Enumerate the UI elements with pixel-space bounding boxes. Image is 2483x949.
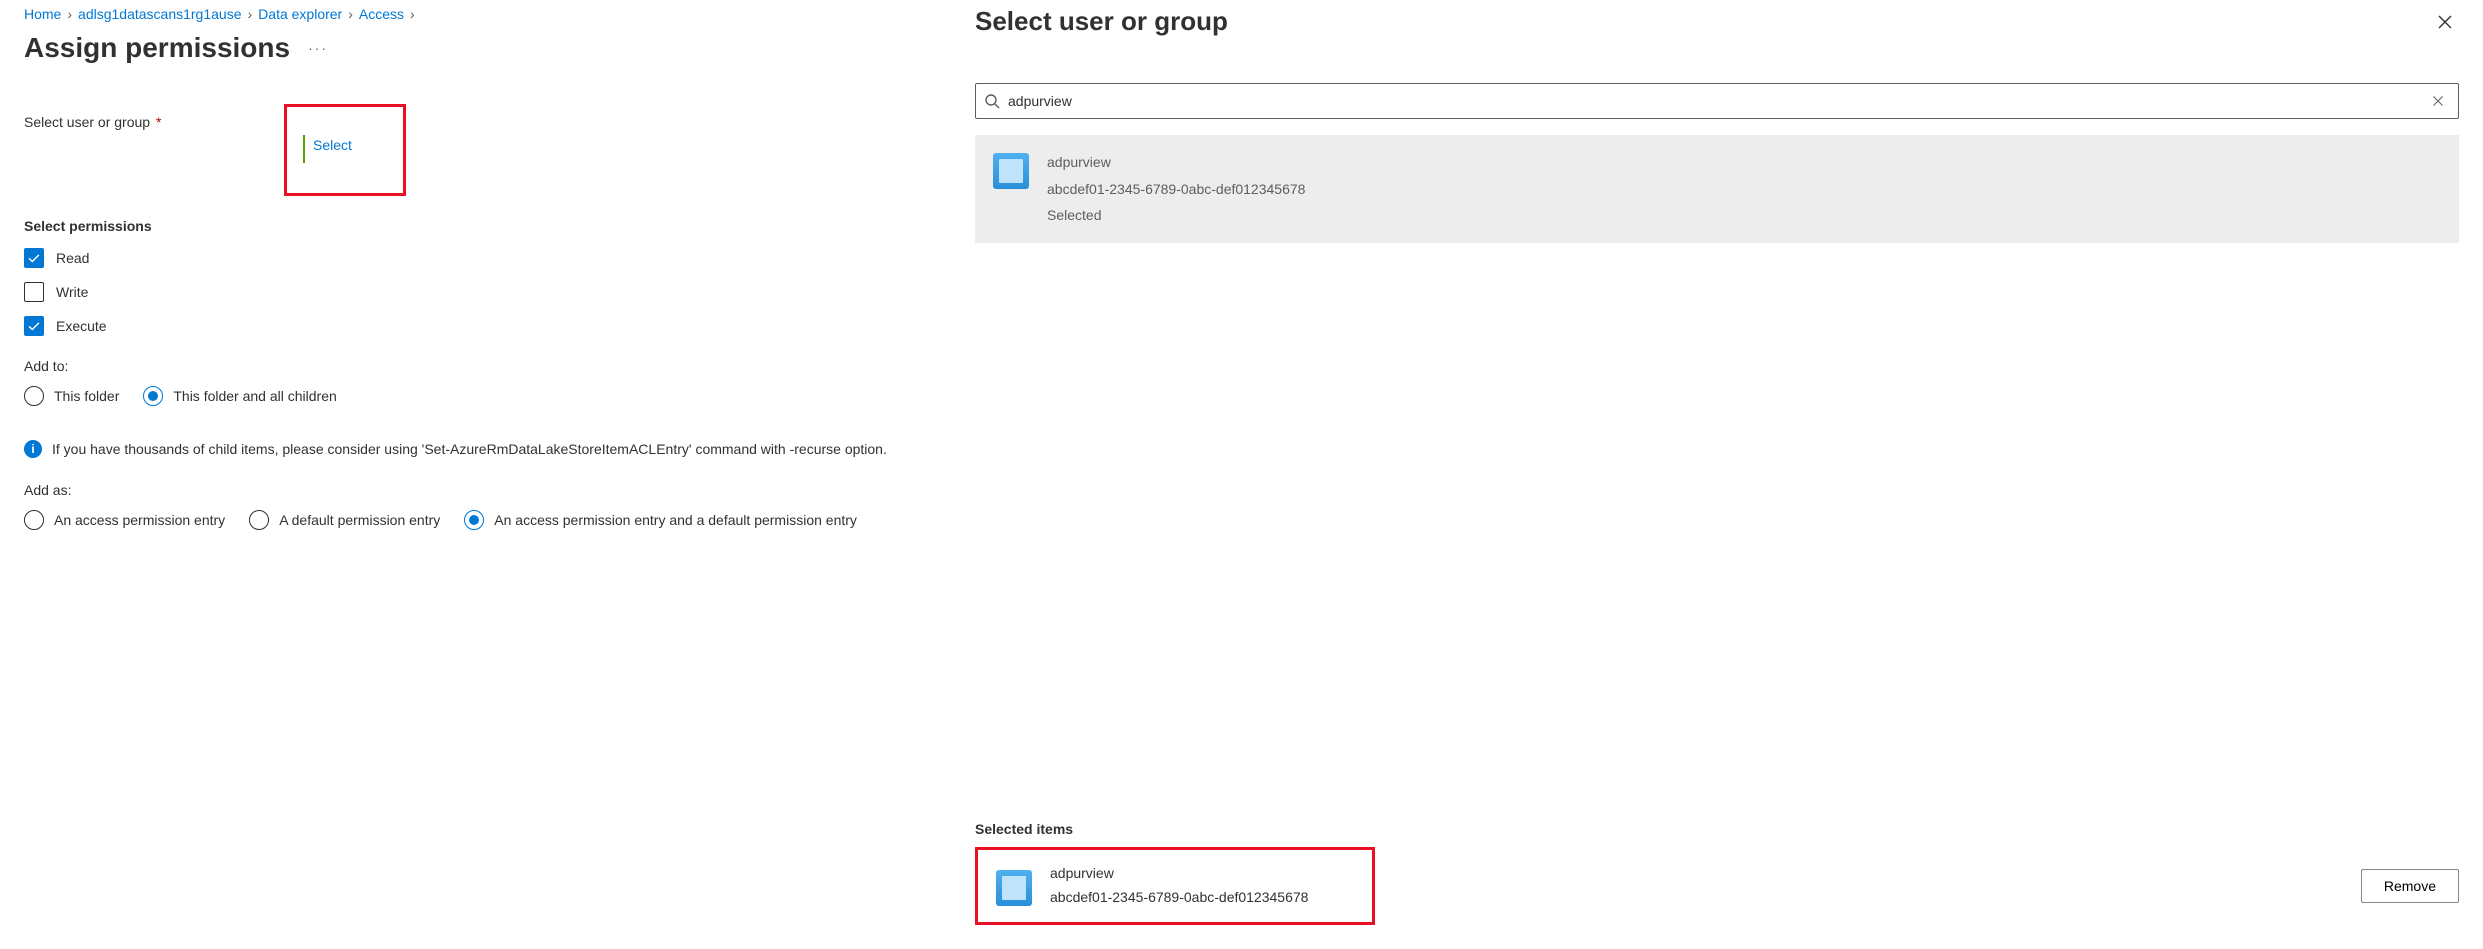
- panel-title: Select user or group: [975, 6, 1228, 37]
- close-icon: [2437, 14, 2453, 30]
- search-field[interactable]: [975, 83, 2459, 119]
- close-icon: [2432, 95, 2444, 107]
- add-to-this-folder-label: This folder: [54, 388, 119, 404]
- breadcrumb-access[interactable]: Access: [359, 6, 404, 22]
- add-as-both-radio[interactable]: An access permission entry and a default…: [464, 510, 857, 530]
- write-checkbox[interactable]: [24, 282, 44, 302]
- add-as-default-radio[interactable]: A default permission entry: [249, 510, 440, 530]
- execute-checkbox[interactable]: [24, 316, 44, 336]
- add-as-label: Add as:: [24, 482, 926, 498]
- add-to-this-folder-radio[interactable]: This folder: [24, 386, 119, 406]
- result-name: adpurview: [1047, 149, 1305, 176]
- chevron-right-icon: ›: [348, 6, 353, 22]
- select-user-highlight: Select: [284, 104, 406, 196]
- add-as-access-radio[interactable]: An access permission entry: [24, 510, 225, 530]
- selected-item-card: adpurview abcdef01-2345-6789-0abc-def012…: [975, 847, 1375, 925]
- add-as-access-label: An access permission entry: [54, 512, 225, 528]
- required-indicator: *: [152, 114, 161, 130]
- clear-search-button[interactable]: [2426, 89, 2450, 113]
- selected-items-heading: Selected items: [975, 821, 2459, 837]
- search-icon: [984, 93, 1000, 109]
- add-as-both-label: An access permission entry and a default…: [494, 512, 857, 528]
- selected-id: abcdef01-2345-6789-0abc-def012345678: [1050, 886, 1308, 910]
- execute-label: Execute: [56, 318, 107, 334]
- read-label: Read: [56, 250, 89, 266]
- select-user-label: Select user or group *: [24, 104, 284, 130]
- breadcrumb-home[interactable]: Home: [24, 6, 61, 22]
- select-user-panel: Select user or group adpurview abcdef01-…: [950, 0, 2483, 949]
- chevron-right-icon: ›: [248, 6, 253, 22]
- chevron-right-icon: ›: [410, 6, 415, 22]
- more-actions-button[interactable]: ···: [308, 40, 328, 56]
- breadcrumb-data-explorer[interactable]: Data explorer: [258, 6, 342, 22]
- page-title: Assign permissions: [24, 32, 290, 64]
- close-panel-button[interactable]: [2431, 8, 2459, 36]
- select-permissions-heading: Select permissions: [24, 218, 926, 234]
- add-to-children-radio[interactable]: This folder and all children: [143, 386, 336, 406]
- app-icon: [993, 153, 1029, 189]
- chevron-right-icon: ›: [67, 6, 72, 22]
- breadcrumb-resource[interactable]: adlsg1datascans1rg1ause: [78, 6, 241, 22]
- result-status: Selected: [1047, 202, 1305, 229]
- add-as-default-label: A default permission entry: [279, 512, 440, 528]
- write-label: Write: [56, 284, 88, 300]
- add-to-children-label: This folder and all children: [173, 388, 336, 404]
- select-user-link[interactable]: Select: [313, 137, 352, 153]
- add-to-label: Add to:: [24, 358, 926, 374]
- app-icon: [996, 870, 1032, 906]
- result-id: abcdef01-2345-6789-0abc-def012345678: [1047, 176, 1305, 203]
- breadcrumb: Home › adlsg1datascans1rg1ause › Data ex…: [24, 6, 926, 22]
- read-checkbox[interactable]: [24, 248, 44, 268]
- selected-name: adpurview: [1050, 862, 1308, 886]
- check-icon: [27, 319, 41, 333]
- assign-permissions-pane: Home › adlsg1datascans1rg1ause › Data ex…: [0, 0, 950, 949]
- info-text: If you have thousands of child items, pl…: [52, 441, 887, 457]
- search-input[interactable]: [1000, 93, 2426, 109]
- validation-bar-icon: [303, 135, 305, 163]
- search-result-item[interactable]: adpurview abcdef01-2345-6789-0abc-def012…: [975, 135, 2459, 243]
- remove-button[interactable]: Remove: [2361, 869, 2459, 903]
- check-icon: [27, 251, 41, 265]
- info-icon: i: [24, 440, 42, 458]
